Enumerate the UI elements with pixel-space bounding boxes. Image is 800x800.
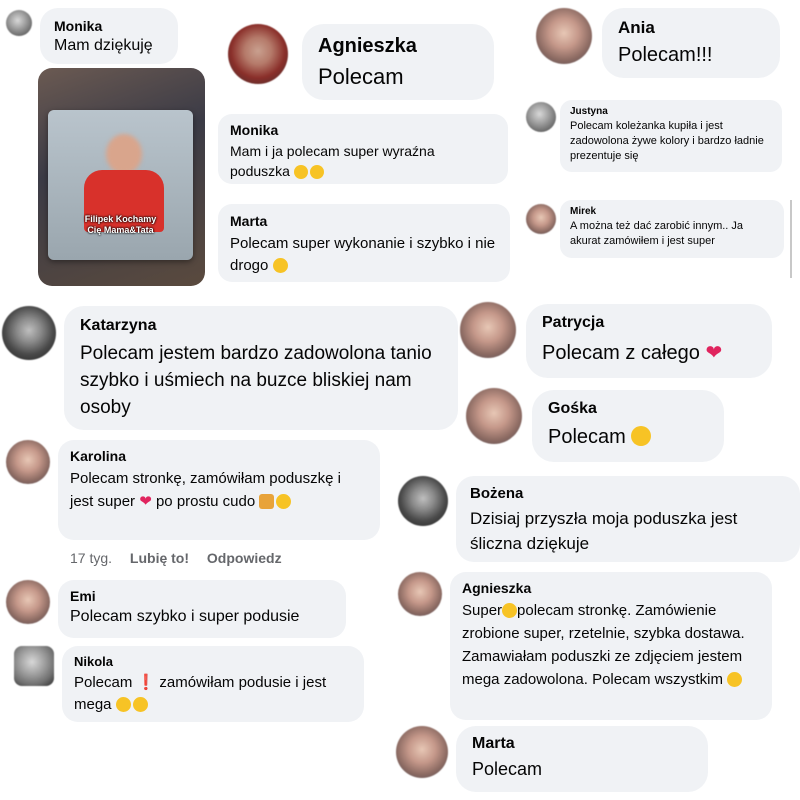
comment-bubble: Nikola Polecam ❗ zamówiłam podusie i jes… (62, 646, 364, 722)
avatar[interactable] (6, 580, 50, 624)
comment-text: Super (462, 602, 503, 619)
comment-bubble: Agnieszka Polecam (302, 24, 494, 100)
comment-author[interactable]: Gośka (548, 400, 708, 418)
reply-button[interactable]: Odpowiedz (207, 550, 282, 566)
comment-author[interactable]: Agnieszka (318, 35, 478, 58)
comment-author[interactable]: Katarzyna (80, 317, 442, 335)
avatar[interactable] (536, 8, 592, 64)
winking-face-icon (631, 426, 652, 446)
comment-text: Polecam koleżanka kupiła i jest zadowolo… (570, 120, 764, 162)
comment-author[interactable]: Nikola (74, 654, 352, 669)
grinning-face-icon (272, 258, 288, 273)
comment-text-wrap: Polecam super wykonanie i szybko i nie d… (230, 233, 498, 277)
heart-eyes-icon (115, 697, 131, 712)
avatar[interactable] (6, 10, 32, 36)
grinning-face-icon (293, 165, 308, 179)
smiling-hearts-icon (132, 697, 148, 712)
comment-text: Polecam (548, 426, 626, 448)
heart-eyes-icon (502, 603, 518, 618)
comment-bubble: Marta Polecam super wykonanie i szybko i… (218, 204, 510, 282)
comment-text: Polecam (74, 674, 133, 691)
comment-text-wrap: Mam i ja polecam super wyraźna poduszka (230, 141, 496, 181)
comment-text: A można też dać zarobić innym.. Ja akura… (570, 220, 744, 247)
heart-eyes-icon (727, 672, 743, 687)
comment-bubble: Gośka Polecam (532, 390, 724, 462)
avatar[interactable] (526, 102, 556, 132)
avatar[interactable] (228, 24, 288, 84)
red-heart-icon: ❗ (136, 674, 156, 691)
comment-bubble: Mirek A można też dać zarobić innym.. Ja… (560, 200, 784, 258)
attached-photo[interactable]: Filipek Kochamy Cię Mama&Tata (38, 68, 205, 286)
comment-text-wrap: Polecam ❗ zamówiłam podusie i jest mega (74, 672, 352, 716)
comment-text: Polecam super wykonanie i szybko i nie d… (230, 235, 496, 274)
avatar[interactable] (6, 440, 50, 484)
comment-actions: 17 tyg. Lubię to! Odpowiedz (70, 550, 282, 566)
comment-text: Polecam z całego (542, 342, 700, 364)
comment-text: Polecam (472, 759, 543, 779)
comment-text: Polecam jestem bardzo zadowolona tanio s… (80, 343, 432, 418)
comment-author[interactable]: Karolina (70, 448, 368, 464)
comment-bubble: Emi Polecam szybko i super podusie (58, 580, 346, 638)
comment-author[interactable]: Monika (54, 18, 164, 34)
gift-icon (259, 494, 275, 509)
comment-text: Mam i ja polecam super wyraźna poduszka (230, 143, 435, 179)
comment-author[interactable]: Marta (472, 735, 692, 753)
like-button[interactable]: Lubię to! (130, 550, 189, 566)
comment-bubble: Monika Mam i ja polecam super wyraźna po… (218, 114, 508, 184)
comment-bubble: Marta Polecam (456, 726, 708, 792)
comment-bubble: Bożena Dzisiaj przyszła moja poduszka je… (456, 476, 800, 562)
comment-text: Polecam szybko i super podusie (70, 608, 300, 625)
comment-text-wrap: Polecam z całego ❤ (542, 340, 756, 365)
red-heart-icon: ❤ (139, 493, 152, 510)
avatar[interactable] (526, 204, 556, 234)
comment-author[interactable]: Marta (230, 213, 498, 229)
comment-bubble: Ania Polecam!!! (602, 8, 780, 78)
comment-author[interactable]: Agnieszka (462, 580, 760, 596)
comment-text-wrap: Polecam stronkę, zamówiłam poduszkę i je… (70, 467, 368, 513)
grinning-face-icon (309, 165, 324, 179)
avatar[interactable] (460, 302, 516, 358)
avatar[interactable] (398, 572, 442, 616)
comment-bubble: Katarzyna Polecam jestem bardzo zadowolo… (64, 306, 458, 430)
comment-text: Polecam!!! (618, 44, 713, 66)
avatar[interactable] (2, 306, 56, 360)
scroll-divider (790, 200, 792, 278)
comment-text: po prostu cudo (155, 493, 256, 510)
caption-line: Filipek Kochamy (84, 214, 157, 224)
avatar[interactable] (398, 476, 448, 526)
comment-text-wrap: Polecam (548, 426, 708, 449)
comment-bubble: Justyna Polecam koleżanka kupiła i jest … (560, 100, 782, 172)
comment-text: Dzisiaj przyszła moja poduszka jest ślic… (470, 509, 738, 553)
pillow-caption: Filipek Kochamy Cię Mama&Tata (48, 214, 193, 236)
comment-author[interactable]: Bożena (470, 485, 786, 502)
heart-eyes-icon (276, 494, 292, 509)
comment-author[interactable]: Ania (618, 18, 764, 38)
comment-author[interactable]: Justyna (570, 106, 772, 117)
avatar[interactable] (14, 646, 54, 686)
comment-time[interactable]: 17 tyg. (70, 550, 112, 566)
comment-bubble: Agnieszka Super polecam stronkę. Zamówien… (450, 572, 772, 720)
sparkling-heart-icon: ❤ (705, 342, 723, 364)
comment-author[interactable]: Mirek (570, 206, 774, 217)
comment-text: Polecam (318, 64, 404, 89)
caption-line: Cię Mama&Tata (87, 225, 154, 235)
pillow-image: Filipek Kochamy Cię Mama&Tata (48, 110, 193, 260)
comment-author[interactable]: Monika (230, 122, 496, 138)
comment-bubble: Patrycja Polecam z całego ❤ (526, 304, 772, 378)
comment-text-wrap: Super polecam stronkę. Zamówienie zrobion… (462, 599, 760, 691)
comment-author[interactable]: Patrycja (542, 314, 756, 332)
comment-bubble: Monika Mam dziękuję (40, 8, 178, 64)
avatar[interactable] (466, 388, 522, 444)
comment-bubble: Karolina Polecam stronkę, zamówiłam podu… (58, 440, 380, 540)
comment-text: Mam dziękuję (54, 37, 153, 54)
child-face (106, 134, 142, 174)
avatar[interactable] (396, 726, 448, 778)
comment-author[interactable]: Emi (70, 588, 334, 604)
